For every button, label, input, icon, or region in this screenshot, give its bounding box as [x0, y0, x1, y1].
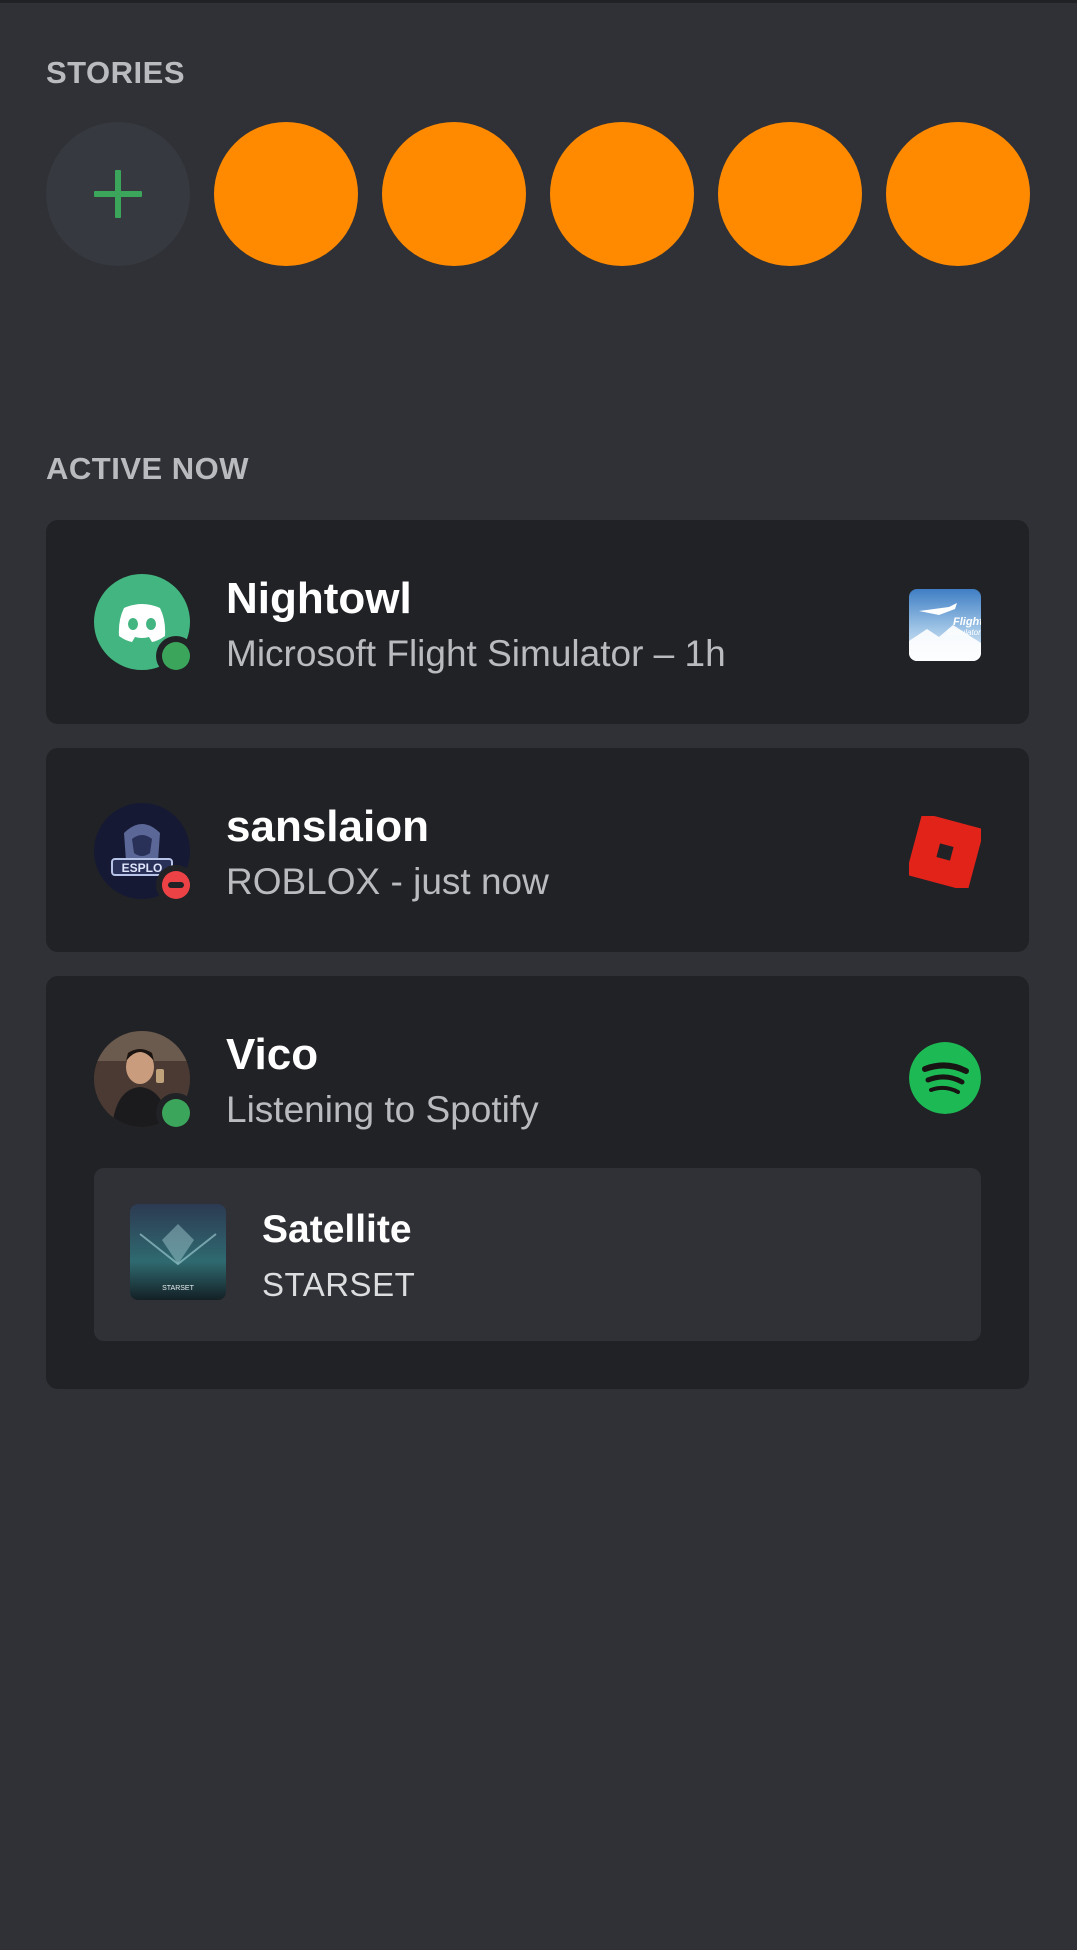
svg-text:Flight: Flight	[953, 616, 981, 628]
activity-card-nightowl[interactable]: Nightowl Microsoft Flight Simulator – 1h…	[46, 520, 1029, 724]
active-now-screen: STORIES ACTIVE NOW Nightowl Microsoft Fl…	[0, 0, 1077, 1950]
flight-simulator-icon[interactable]: Flight Simulator	[909, 589, 981, 661]
svg-text:ESPLO: ESPLO	[122, 861, 163, 875]
online-status-icon	[156, 636, 196, 676]
track-artist: STARSET	[262, 1266, 416, 1303]
avatar-container[interactable]: ESPLO	[94, 803, 196, 905]
album-art-text: STARSET	[162, 1285, 194, 1292]
avatar-container[interactable]	[94, 1031, 196, 1133]
stories-row	[46, 122, 1030, 266]
user-name: Vico	[226, 1030, 319, 1079]
active-now-heading: ACTIVE NOW	[46, 451, 250, 486]
user-name: Nightowl	[226, 574, 412, 623]
story-avatar[interactable]	[718, 122, 862, 266]
activity-text: Microsoft Flight Simulator – 1h	[226, 633, 726, 674]
story-avatar[interactable]	[550, 122, 694, 266]
add-story-button[interactable]	[46, 122, 190, 266]
track-title: Satellite	[262, 1208, 412, 1251]
avatar-container[interactable]	[94, 574, 196, 676]
album-art: STARSET	[130, 1204, 226, 1300]
activity-text: ROBLOX - just now	[226, 861, 549, 902]
now-playing-track[interactable]: STARSET Satellite STARSET	[94, 1168, 981, 1341]
online-status-icon	[156, 1093, 196, 1133]
do-not-disturb-status-icon	[156, 865, 196, 905]
plus-icon	[94, 170, 142, 218]
roblox-icon[interactable]	[905, 812, 985, 892]
story-avatar[interactable]	[382, 122, 526, 266]
activity-card-vico[interactable]: Vico Listening to Spotify STARSET Satell…	[46, 976, 1029, 1389]
user-name: sanslaion	[226, 802, 429, 851]
activity-card-sanslaion[interactable]: ESPLO sanslaion ROBLOX - just now	[46, 748, 1029, 952]
svg-text:Simulator: Simulator	[947, 628, 981, 637]
story-avatar[interactable]	[886, 122, 1030, 266]
activity-text: Listening to Spotify	[226, 1089, 539, 1130]
story-avatar[interactable]	[214, 122, 358, 266]
spotify-icon[interactable]	[909, 1042, 981, 1114]
stories-heading: STORIES	[46, 55, 186, 90]
